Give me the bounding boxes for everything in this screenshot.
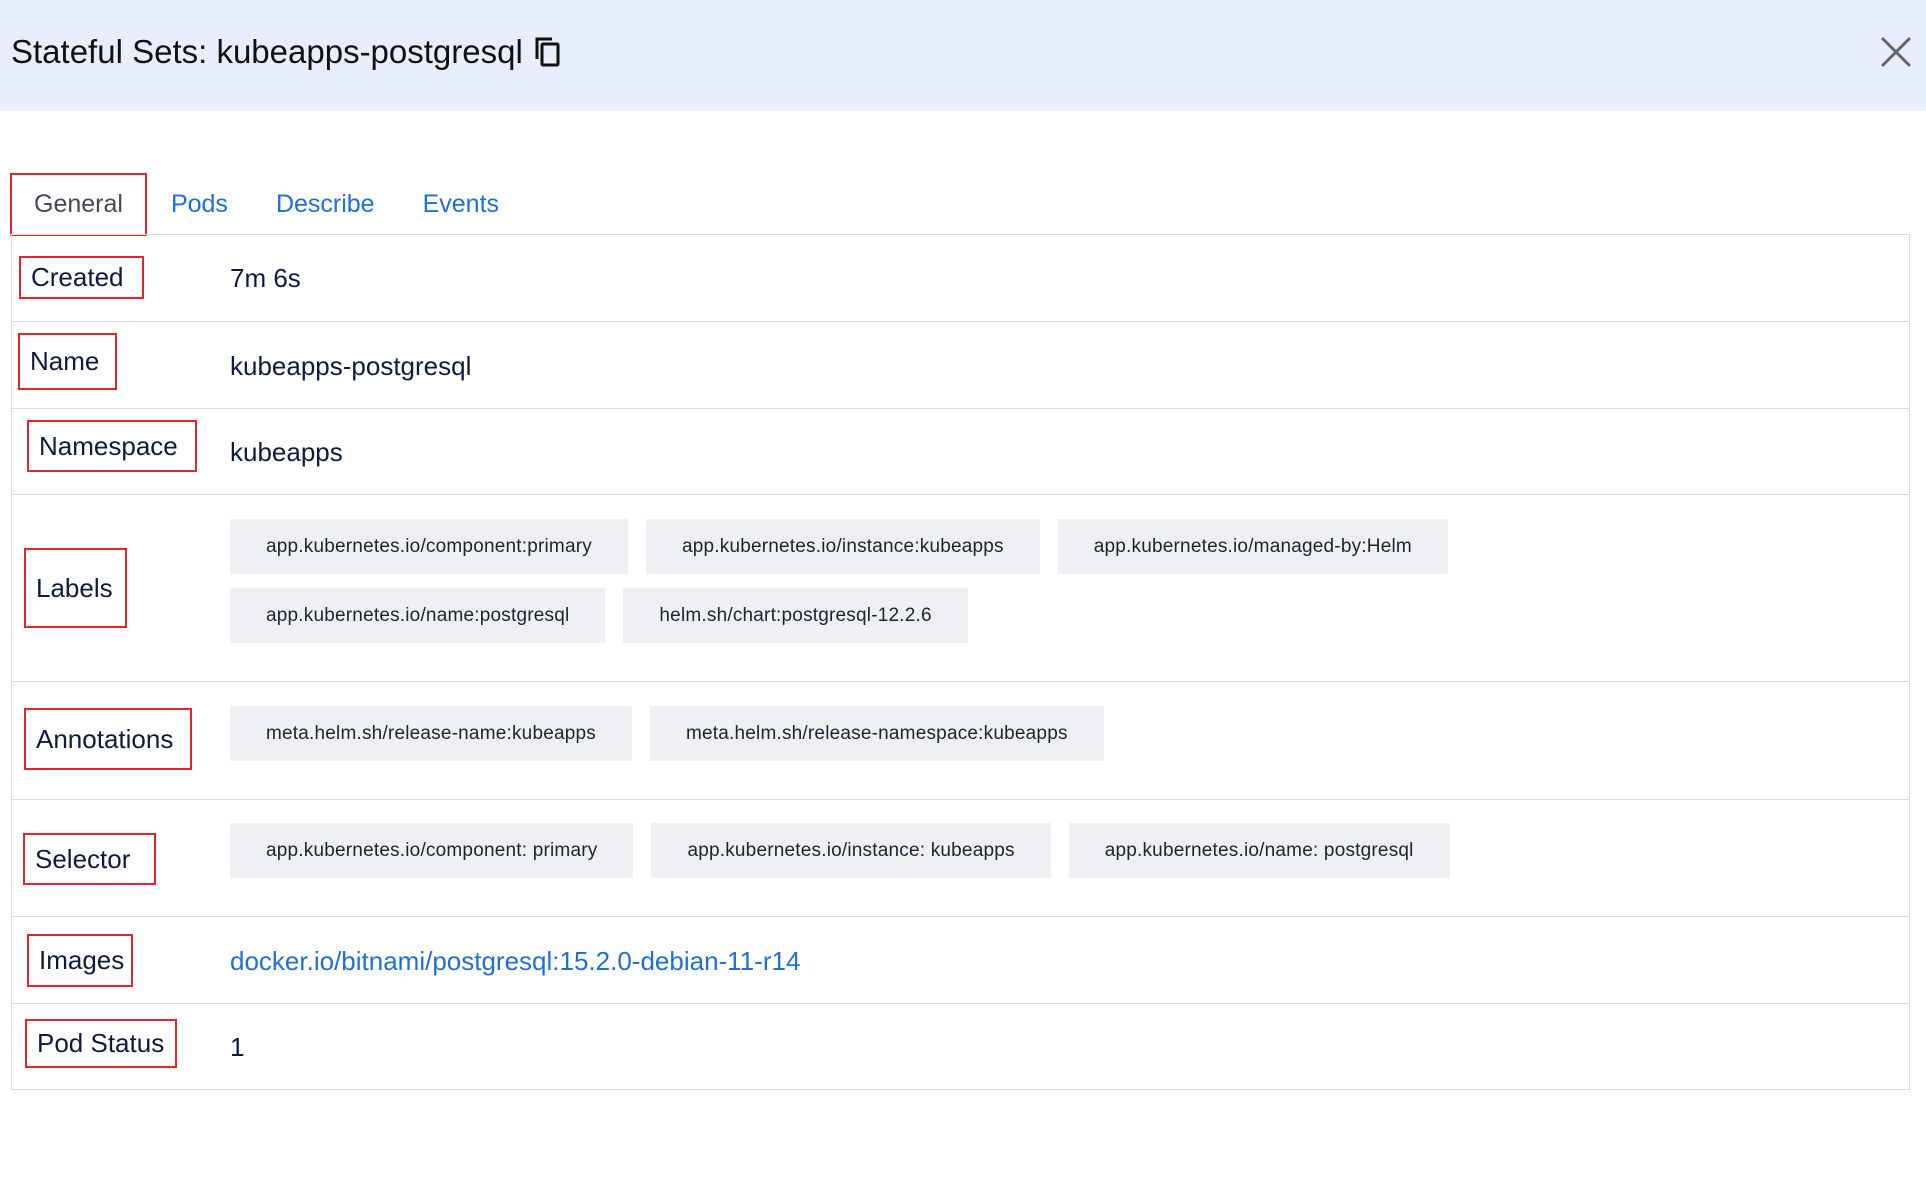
pod-status-label: Pod Status [25, 1019, 177, 1068]
selector-label: Selector [23, 833, 156, 885]
name-label: Name [18, 333, 117, 390]
label-chip: app.kubernetes.io/component:primary [230, 519, 628, 574]
row-labels: Labels app.kubernetes.io/component:prima… [12, 494, 1909, 681]
annotations-chips: meta.helm.sh/release-name:kubeapps meta.… [230, 706, 1630, 761]
row-images: Images docker.io/bitnami/postgresql:15.2… [12, 916, 1909, 1003]
annotation-chip: meta.helm.sh/release-name:kubeapps [230, 706, 632, 761]
image-link[interactable]: docker.io/bitnami/postgresql:15.2.0-debi… [230, 946, 800, 977]
created-value: 7m 6s [230, 263, 301, 293]
tab-describe[interactable]: Describe [252, 173, 399, 236]
label-chip: app.kubernetes.io/managed-by:Helm [1057, 519, 1448, 574]
tab-general[interactable]: General [10, 173, 147, 236]
pod-status-value: 1 [230, 1032, 245, 1062]
copy-icon[interactable] [533, 35, 563, 69]
images-label: Images [27, 934, 133, 987]
selector-chip: app.kubernetes.io/name: postgresql [1068, 823, 1450, 878]
row-created: Created 7m 6s [12, 234, 1909, 321]
tab-pods[interactable]: Pods [147, 173, 252, 236]
label-chip: helm.sh/chart:postgresql-12.2.6 [623, 588, 968, 643]
annotations-label: Annotations [24, 708, 192, 770]
label-chip: app.kubernetes.io/name:postgresql [230, 588, 606, 643]
row-name: Name kubeapps-postgresql [12, 321, 1909, 408]
selector-chips: app.kubernetes.io/component: primary app… [230, 823, 1630, 878]
labels-chips: app.kubernetes.io/component:primary app.… [230, 519, 1630, 643]
page-title-wrap: Stateful Sets: kubeapps-postgresql [11, 33, 563, 71]
page-title: Stateful Sets: kubeapps-postgresql [11, 33, 523, 70]
row-namespace: Namespace kubeapps [12, 408, 1909, 494]
row-annotations: Annotations meta.helm.sh/release-name:ku… [12, 681, 1909, 799]
row-selector: Selector app.kubernetes.io/component: pr… [12, 799, 1909, 916]
selector-chip: app.kubernetes.io/instance: kubeapps [651, 823, 1051, 878]
close-icon[interactable] [1880, 36, 1912, 68]
namespace-value: kubeapps [230, 437, 343, 467]
tab-bar: General Pods Describe Events [10, 173, 523, 236]
created-label: Created [19, 256, 144, 299]
dialog-header: Stateful Sets: kubeapps-postgresql [0, 0, 1926, 111]
annotation-chip: meta.helm.sh/release-namespace:kubeapps [649, 706, 1104, 761]
labels-label: Labels [24, 548, 127, 628]
details-table: Created 7m 6s Name kubeapps-postgresql N… [11, 234, 1910, 1090]
tab-events[interactable]: Events [399, 173, 523, 236]
row-pod-status: Pod Status 1 [12, 1003, 1909, 1089]
label-chip: app.kubernetes.io/instance:kubeapps [645, 519, 1040, 574]
name-value: kubeapps-postgresql [230, 351, 472, 381]
namespace-label: Namespace [27, 420, 197, 472]
selector-chip: app.kubernetes.io/component: primary [230, 823, 634, 878]
